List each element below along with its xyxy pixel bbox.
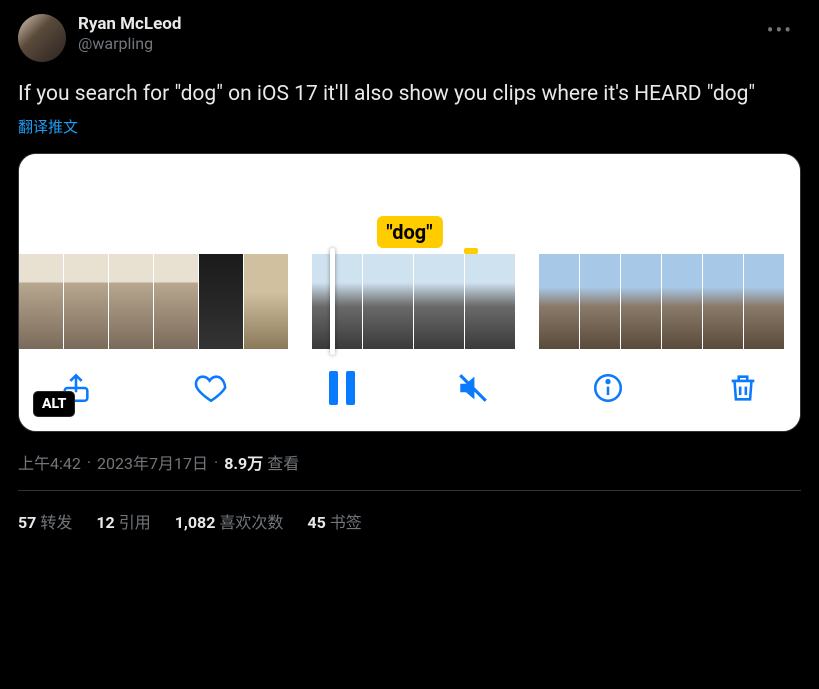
video-frame xyxy=(244,254,288,349)
bookmarks-count: 45 xyxy=(307,513,325,532)
info-icon[interactable] xyxy=(591,371,625,405)
retweets-count: 57 xyxy=(18,513,36,532)
media-header-area: "dog" xyxy=(19,154,800,254)
likes-label: 喜欢次数 xyxy=(219,513,283,532)
playhead-icon[interactable] xyxy=(330,248,335,355)
heart-icon[interactable] xyxy=(194,371,228,405)
translate-link[interactable]: 翻译推文 xyxy=(18,116,801,137)
video-scrubber[interactable] xyxy=(19,254,800,349)
separator: · xyxy=(87,453,91,472)
clip-group-2 xyxy=(312,254,515,349)
clip-group-3 xyxy=(539,254,784,349)
caption-tag: "dog" xyxy=(376,216,442,248)
video-frame xyxy=(19,254,63,349)
retweets-stat[interactable]: 57转发 xyxy=(18,509,72,533)
video-frame xyxy=(662,254,702,349)
video-frame xyxy=(580,254,620,349)
bookmarks-label: 书签 xyxy=(330,513,362,532)
tweet-text: If you search for "dog" on iOS 17 it'll … xyxy=(18,80,801,108)
video-frame xyxy=(312,254,362,349)
quotes-count: 12 xyxy=(96,513,114,532)
mute-icon[interactable] xyxy=(456,371,490,405)
views-label: 查看 xyxy=(267,450,299,474)
quotes-stat[interactable]: 12 引用 xyxy=(96,509,150,533)
display-name: Ryan McLeod xyxy=(78,14,759,34)
tweet-date[interactable]: 2023年7月17日 xyxy=(97,450,208,474)
video-frame xyxy=(109,254,153,349)
bookmarks-stat[interactable]: 45 书签 xyxy=(307,509,361,533)
avatar[interactable] xyxy=(18,14,66,62)
author-handle: @warpling xyxy=(78,34,759,53)
tweet-media[interactable]: "dog" xyxy=(18,153,801,432)
likes-count: 1,082 xyxy=(175,513,216,532)
video-frame xyxy=(703,254,743,349)
tweet-container: Ryan McLeod @warpling ••• If you search … xyxy=(0,0,819,533)
video-frame xyxy=(539,254,579,349)
video-frame xyxy=(199,254,243,349)
separator: · xyxy=(214,453,218,472)
author-names[interactable]: Ryan McLeod @warpling xyxy=(78,14,759,53)
trash-icon[interactable] xyxy=(726,371,760,405)
video-frame xyxy=(414,254,464,349)
pause-icon[interactable] xyxy=(329,371,355,405)
likes-stat[interactable]: 1,082喜欢次数 xyxy=(175,509,284,533)
alt-badge[interactable]: ALT xyxy=(33,391,75,417)
video-frame xyxy=(744,254,784,349)
tweet-time[interactable]: 上午4:42 xyxy=(18,450,81,474)
media-toolbar xyxy=(19,349,800,431)
video-frame xyxy=(621,254,661,349)
stats-row: 57转发 12 引用 1,082喜欢次数 45 书签 xyxy=(18,491,801,533)
tweet-meta: 上午4:42 · 2023年7月17日 · 8.9万 查看 xyxy=(18,450,801,474)
quotes-label: 引用 xyxy=(119,513,151,532)
clip-group-1 xyxy=(19,254,288,349)
more-options-icon[interactable]: ••• xyxy=(759,14,801,46)
video-frame xyxy=(363,254,413,349)
retweets-label: 转发 xyxy=(40,513,72,532)
video-frame xyxy=(465,254,515,349)
views-count[interactable]: 8.9万 xyxy=(224,450,263,474)
tweet-header: Ryan McLeod @warpling ••• xyxy=(18,14,801,62)
video-frame xyxy=(64,254,108,349)
video-frame xyxy=(154,254,198,349)
